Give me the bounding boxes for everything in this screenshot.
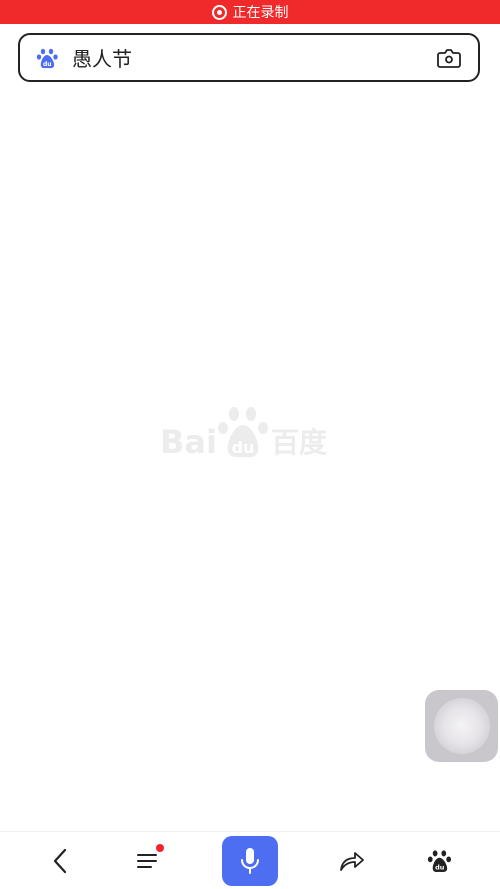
voice-search-button[interactable] bbox=[222, 836, 278, 886]
watermark-paw-icon: du bbox=[217, 407, 268, 458]
baidu-watermark-logo: Bai du 百度 bbox=[160, 401, 340, 461]
menu-button[interactable] bbox=[128, 832, 168, 889]
search-bar[interactable]: du 愚人节 bbox=[18, 33, 480, 82]
watermark-chinese: 百度 bbox=[270, 426, 327, 459]
notification-badge bbox=[156, 844, 164, 852]
recording-label: 正在录制 bbox=[232, 5, 289, 21]
watermark-du: du bbox=[232, 438, 255, 457]
microphone-icon bbox=[241, 848, 259, 874]
svg-text:du: du bbox=[43, 61, 52, 68]
recording-banner: 正在录制 bbox=[0, 0, 500, 24]
record-icon bbox=[211, 4, 227, 20]
share-icon bbox=[340, 852, 364, 871]
page: 正在录制 du 愚人节 Bai du 百度 du bbox=[0, 0, 500, 889]
assistant-orb-icon bbox=[433, 698, 490, 754]
baidu-home-button[interactable]: du bbox=[420, 832, 460, 889]
search-input[interactable]: 愚人节 bbox=[72, 43, 436, 72]
baidu-paw-icon: du bbox=[36, 48, 58, 68]
back-button[interactable] bbox=[40, 832, 80, 889]
baidu-paw-icon: du bbox=[427, 850, 452, 873]
bottom-nav: du bbox=[0, 831, 500, 889]
svg-text:du: du bbox=[435, 864, 445, 872]
share-button[interactable] bbox=[332, 832, 372, 889]
floating-assistant-button[interactable] bbox=[425, 690, 498, 762]
back-icon bbox=[53, 848, 67, 874]
menu-icon bbox=[137, 854, 157, 868]
camera-icon[interactable] bbox=[436, 45, 462, 71]
watermark-latin: Bai bbox=[160, 423, 217, 461]
